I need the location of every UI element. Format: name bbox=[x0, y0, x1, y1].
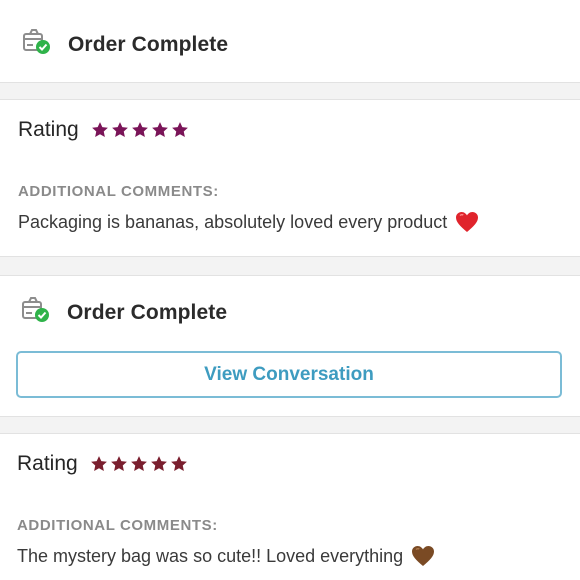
star-icon bbox=[151, 122, 168, 137]
star-icon bbox=[110, 456, 127, 471]
order-status-row: Order Complete bbox=[22, 28, 228, 61]
view-conversation-button[interactable]: View Conversation bbox=[16, 351, 562, 398]
package-check-icon bbox=[21, 296, 51, 329]
comment-text-row: Packaging is bananas, absolutely loved e… bbox=[18, 211, 479, 233]
rating-label: Rating bbox=[17, 452, 78, 475]
rating-label: Rating bbox=[18, 118, 79, 141]
order-status-title: Order Complete bbox=[67, 300, 228, 324]
comment-text: Packaging is bananas, absolutely loved e… bbox=[18, 211, 448, 232]
review-card-2: Rating ADDITIONAL COMMENTS: The mystery … bbox=[0, 434, 580, 580]
star-icon bbox=[170, 456, 187, 471]
star-icon bbox=[111, 122, 128, 137]
star-icon bbox=[91, 122, 108, 137]
comment-text: The mystery bag was so cute!! Loved ever… bbox=[17, 545, 404, 566]
order-status-row: Order Complete bbox=[21, 296, 227, 329]
rating-row: Rating bbox=[17, 452, 188, 476]
comment-text-row: The mystery bag was so cute!! Loved ever… bbox=[17, 545, 435, 567]
star-icon bbox=[150, 456, 167, 471]
additional-comments-label: ADDITIONAL COMMENTS: bbox=[17, 517, 218, 534]
rating-row: Rating bbox=[18, 118, 189, 142]
star-icon bbox=[171, 122, 188, 137]
review-card-1: Rating ADDITIONAL COMMENTS: Packaging is… bbox=[0, 100, 580, 256]
star-icon bbox=[131, 122, 148, 137]
package-check-icon bbox=[22, 28, 52, 61]
red-heart-icon bbox=[455, 211, 479, 233]
additional-comments-label: ADDITIONAL COMMENTS: bbox=[18, 183, 219, 200]
section-divider bbox=[0, 256, 580, 276]
order-status-title: Order Complete bbox=[68, 32, 229, 56]
star-icon bbox=[130, 456, 147, 471]
section-divider bbox=[0, 82, 580, 100]
star-rating bbox=[91, 121, 189, 139]
section-divider bbox=[0, 416, 580, 434]
star-icon bbox=[90, 456, 107, 471]
star-rating bbox=[90, 455, 188, 473]
order-card-1: Order Complete bbox=[0, 0, 580, 82]
brown-heart-icon bbox=[411, 545, 435, 567]
